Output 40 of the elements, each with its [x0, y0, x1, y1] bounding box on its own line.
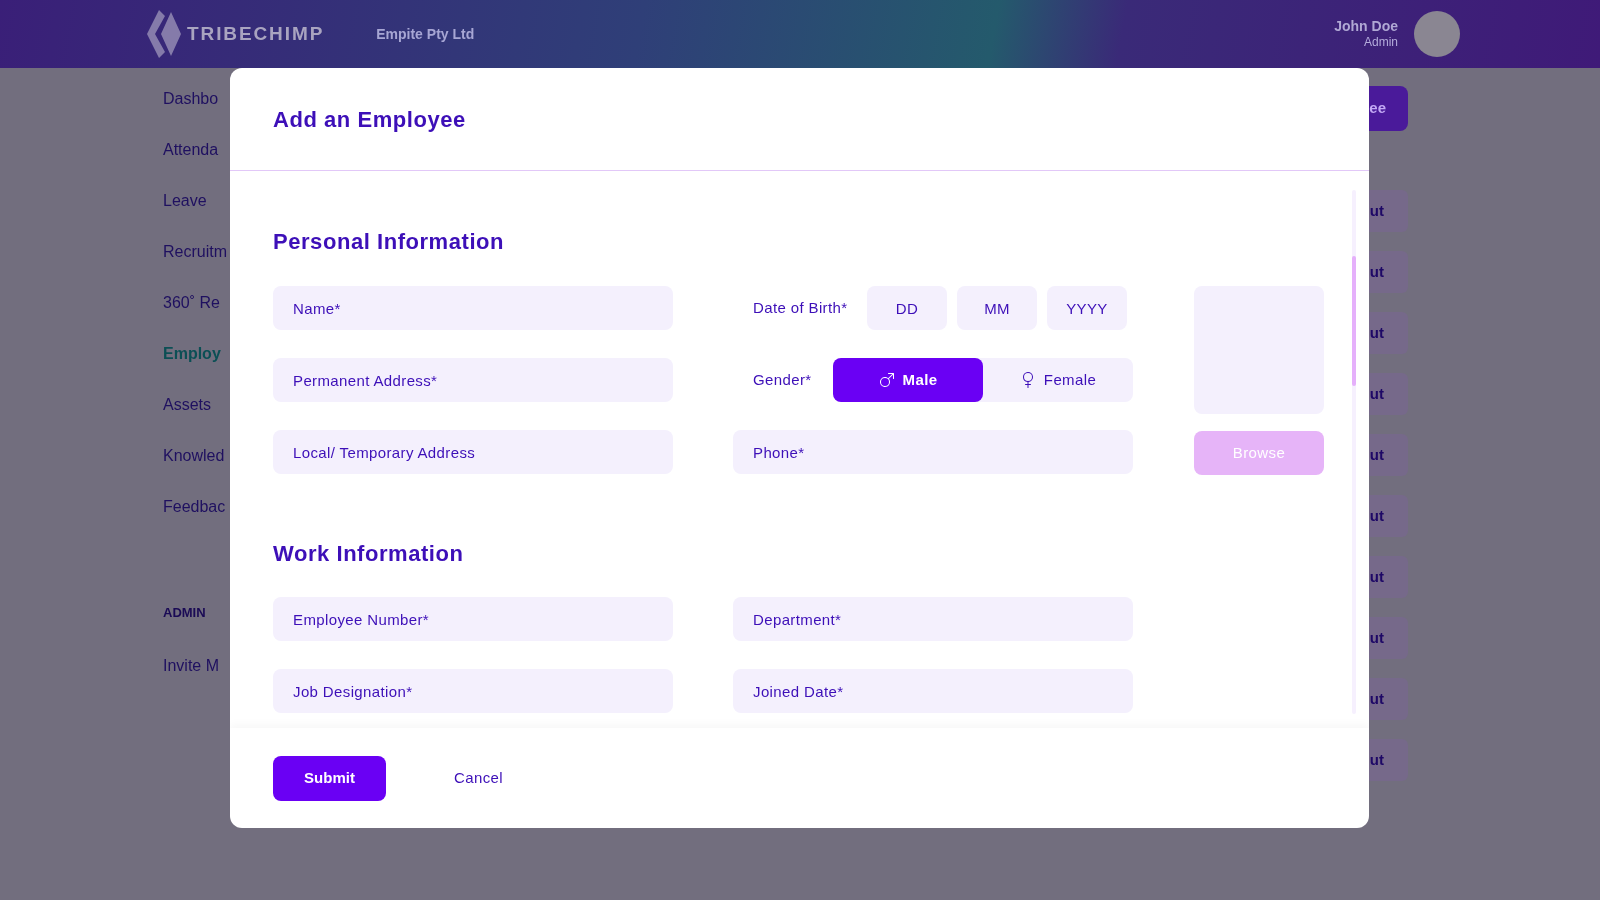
section-heading: Personal Information [273, 228, 506, 256]
input-field[interactable]: Department* [733, 597, 1133, 641]
sidebar-item[interactable]: Assets [163, 396, 211, 414]
sidebar-item[interactable]: Recruitm [163, 243, 227, 261]
modal-title: Add an Employee [273, 105, 466, 134]
sidebar-item[interactable]: Invite M [163, 657, 219, 675]
company-name: Empite Pty Ltd [376, 24, 475, 44]
section-heading: Work Information [273, 540, 465, 568]
sidebar-item[interactable]: Leave [163, 192, 207, 210]
input-field[interactable]: Local/ Temporary Address [273, 430, 673, 474]
input-field[interactable]: Phone* [733, 430, 1133, 474]
input-field[interactable]: Permanent Address* [273, 358, 673, 402]
scroll-thumb[interactable] [1352, 256, 1356, 386]
logo-icon [145, 8, 183, 60]
input-field[interactable]: Job Designation* [273, 669, 673, 713]
gender-option[interactable]: Male [833, 358, 983, 402]
sidebar-item[interactable]: Employ [163, 345, 221, 363]
logo-text: TRIBECHIMP [187, 21, 325, 46]
input-field[interactable]: Employee Number* [273, 597, 673, 641]
cancel-button[interactable]: Cancel [436, 755, 521, 801]
sidebar-section-label: ADMIN [163, 605, 206, 621]
sidebar-item[interactable]: Dashbo [163, 90, 219, 108]
sidebar-item[interactable]: Feedbac [163, 498, 226, 516]
input-field[interactable]: Name* [273, 286, 673, 330]
browse-button[interactable]: Browse [1194, 431, 1324, 475]
sidebar-item[interactable]: Attenda [163, 141, 219, 159]
date-part-field[interactable]: DD [867, 286, 947, 330]
date-part-field[interactable]: MM [957, 286, 1037, 330]
field-label: Gender* [753, 369, 813, 390]
input-field[interactable]: Joined Date* [733, 669, 1133, 713]
submit-button[interactable]: Submit [273, 755, 386, 801]
user-role: Admin [1364, 35, 1398, 51]
avatar[interactable] [1414, 11, 1460, 57]
gender-option[interactable]: Female [983, 358, 1133, 402]
sidebar-item[interactable]: Knowled [163, 447, 225, 465]
date-part-field[interactable]: YYYY [1047, 286, 1127, 330]
sidebar-item[interactable]: 360˚ Re [163, 294, 220, 312]
male-symbol-icon [878, 372, 895, 388]
field-label: Date of Birth* [753, 297, 849, 318]
user-name: John Doe [1334, 17, 1398, 36]
